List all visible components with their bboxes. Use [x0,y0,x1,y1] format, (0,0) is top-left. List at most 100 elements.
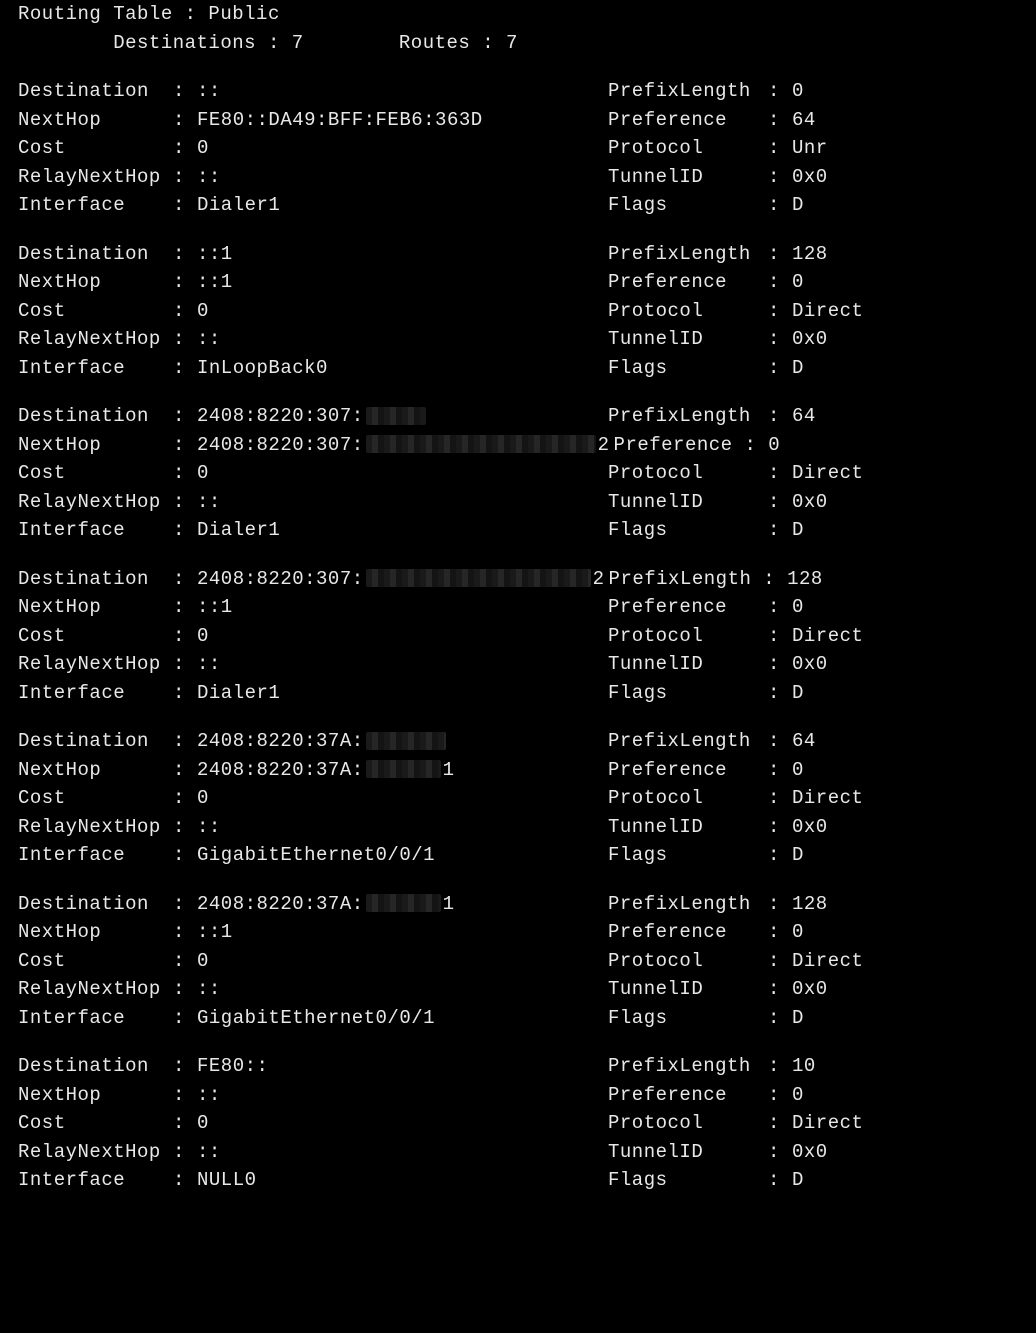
interface-label: Interface [18,1166,173,1195]
flags-value: D [792,354,804,383]
prefixlength-label: PrefixLength [608,1052,768,1081]
redacted-segment [366,435,596,453]
preference-label: Preference [608,918,768,947]
prefixlength-label: PrefixLength [608,402,768,431]
preference-value: 64 [792,106,816,135]
destination-label: Destination [18,890,173,919]
interface-label: Interface [18,679,173,708]
destinations-value: 7 [292,32,304,54]
cost-label: Cost [18,947,173,976]
redacted-segment [366,407,426,425]
flags-value: D [792,1166,804,1195]
preference-label: Preference [608,1081,768,1110]
preference-value: 0 [792,756,804,785]
interface-label: Interface [18,841,173,870]
preference-label: Preference [608,106,768,135]
tunnelid-label: TunnelID [608,488,768,517]
interface-label: Interface [18,1004,173,1033]
relaynexthop-label: RelayNextHop [18,650,173,679]
relaynexthop-label: RelayNextHop [18,1138,173,1167]
flags-label: Flags [608,1004,768,1033]
protocol-label: Protocol [608,947,768,976]
destination-label: Destination [18,402,173,431]
tunnelid-value: 0x0 [792,1138,828,1167]
tunnelid-value: 0x0 [792,975,828,1004]
flags-label: Flags [608,516,768,545]
tunnelid-label: TunnelID [608,163,768,192]
flags-label: Flags [608,679,768,708]
route-entry: Destination:::PrefixLength:0NextHop:FE80… [18,77,1026,220]
protocol-value: Unr [792,134,828,163]
cost-label: Cost [18,1109,173,1138]
protocol-label: Protocol [608,134,768,163]
route-entry: Destination:FE80::PrefixLength:10NextHop… [18,1052,1026,1195]
tunnelid-value: 0x0 [792,650,828,679]
tunnelid-label: TunnelID [608,325,768,354]
prefixlength-value: 128 [792,890,828,919]
flags-value: D [792,841,804,870]
route-entry: Destination:2408:8220:307:PrefixLength:6… [18,402,1026,545]
routes-label: Routes : [399,32,494,54]
redacted-segment [366,569,591,587]
flags-label: Flags [608,841,768,870]
prefixlength-label: PrefixLength [608,240,768,269]
nexthop-value: 2408:8220:307:2 Preference : 0 [197,431,1026,460]
routing-table-title: Routing Table : Public [18,0,1026,29]
protocol-label: Protocol [608,297,768,326]
flags-value: D [792,516,804,545]
tunnelid-label: TunnelID [608,975,768,1004]
cost-label: Cost [18,297,173,326]
interface-label: Interface [18,354,173,383]
preference-label: Preference [608,593,768,622]
protocol-value: Direct [792,297,863,326]
destinations-label: Destinations : [113,32,280,54]
protocol-value: Direct [792,1109,863,1138]
routes-value: 7 [506,32,518,54]
nexthop-label: NextHop [18,268,173,297]
tunnelid-value: 0x0 [792,488,828,517]
protocol-value: Direct [792,947,863,976]
redacted-segment [366,732,446,750]
destination-label: Destination [18,240,173,269]
flags-value: D [792,1004,804,1033]
destination-label: Destination [18,77,173,106]
prefixlength-value: 64 [792,727,816,756]
destination-label: Destination [18,565,173,594]
tunnelid-label: TunnelID [608,813,768,842]
interface-label: Interface [18,516,173,545]
relaynexthop-label: RelayNextHop [18,975,173,1004]
cost-label: Cost [18,784,173,813]
cost-label: Cost [18,134,173,163]
relaynexthop-label: RelayNextHop [18,325,173,354]
prefixlength-value: 128 [792,240,828,269]
destination-label: Destination [18,727,173,756]
routing-table-header: Routing Table : Public Destinations : 7 … [18,0,1026,57]
destination-label: Destination [18,1052,173,1081]
prefixlength-label: PrefixLength [608,727,768,756]
preference-label: Preference [608,756,768,785]
prefixlength-label: PrefixLength [608,890,768,919]
tunnelid-value: 0x0 [792,325,828,354]
nexthop-label: NextHop [18,106,173,135]
tunnelid-value: 0x0 [792,813,828,842]
relaynexthop-label: RelayNextHop [18,163,173,192]
flags-value: D [792,679,804,708]
preference-inline: Preference : 0 [614,431,781,460]
flags-label: Flags [608,191,768,220]
tunnelid-value: 0x0 [792,163,828,192]
relaynexthop-label: RelayNextHop [18,488,173,517]
prefixlength-value: 10 [792,1052,816,1081]
preference-value: 0 [792,593,804,622]
preference-value: 0 [792,268,804,297]
protocol-label: Protocol [608,1109,768,1138]
cost-label: Cost [18,622,173,651]
interface-label: Interface [18,191,173,220]
flags-label: Flags [608,354,768,383]
protocol-label: Protocol [608,784,768,813]
nexthop-label: NextHop [18,918,173,947]
flags-label: Flags [608,1166,768,1195]
prefixlength-value: 0 [792,77,804,106]
protocol-label: Protocol [608,459,768,488]
protocol-value: Direct [792,459,863,488]
redacted-segment [366,760,441,778]
